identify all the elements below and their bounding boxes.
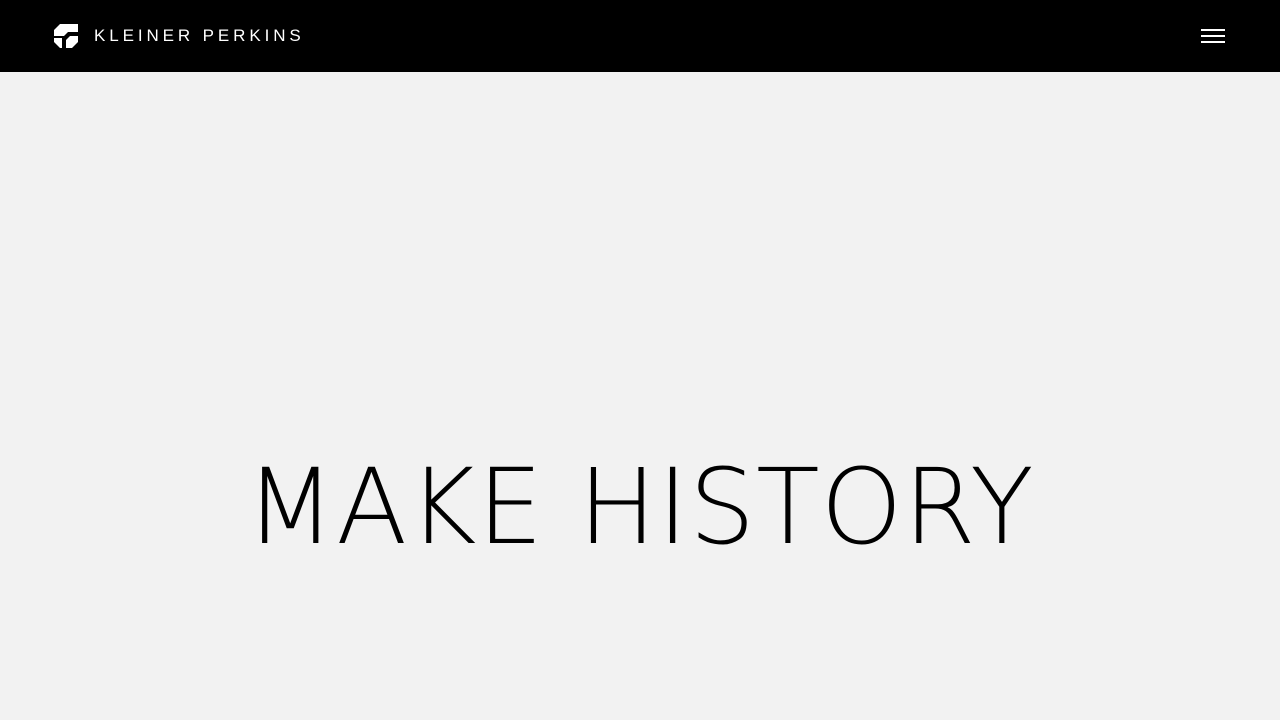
hero-title: MAKE HISTORY: [245, 446, 1035, 568]
kleiner-perkins-logo-icon: [54, 24, 78, 48]
hamburger-menu-icon: [1201, 35, 1225, 37]
home-logo-link[interactable]: KLEINER PERKINS: [54, 24, 305, 48]
menu-button[interactable]: [1196, 24, 1230, 48]
hamburger-menu-icon: [1201, 41, 1225, 43]
logo-wordmark: KLEINER PERKINS: [94, 26, 305, 45]
site-header: KLEINER PERKINS: [0, 0, 1280, 72]
hero-section: MAKE HISTORY: [0, 72, 1280, 720]
hamburger-menu-icon: [1201, 29, 1225, 31]
